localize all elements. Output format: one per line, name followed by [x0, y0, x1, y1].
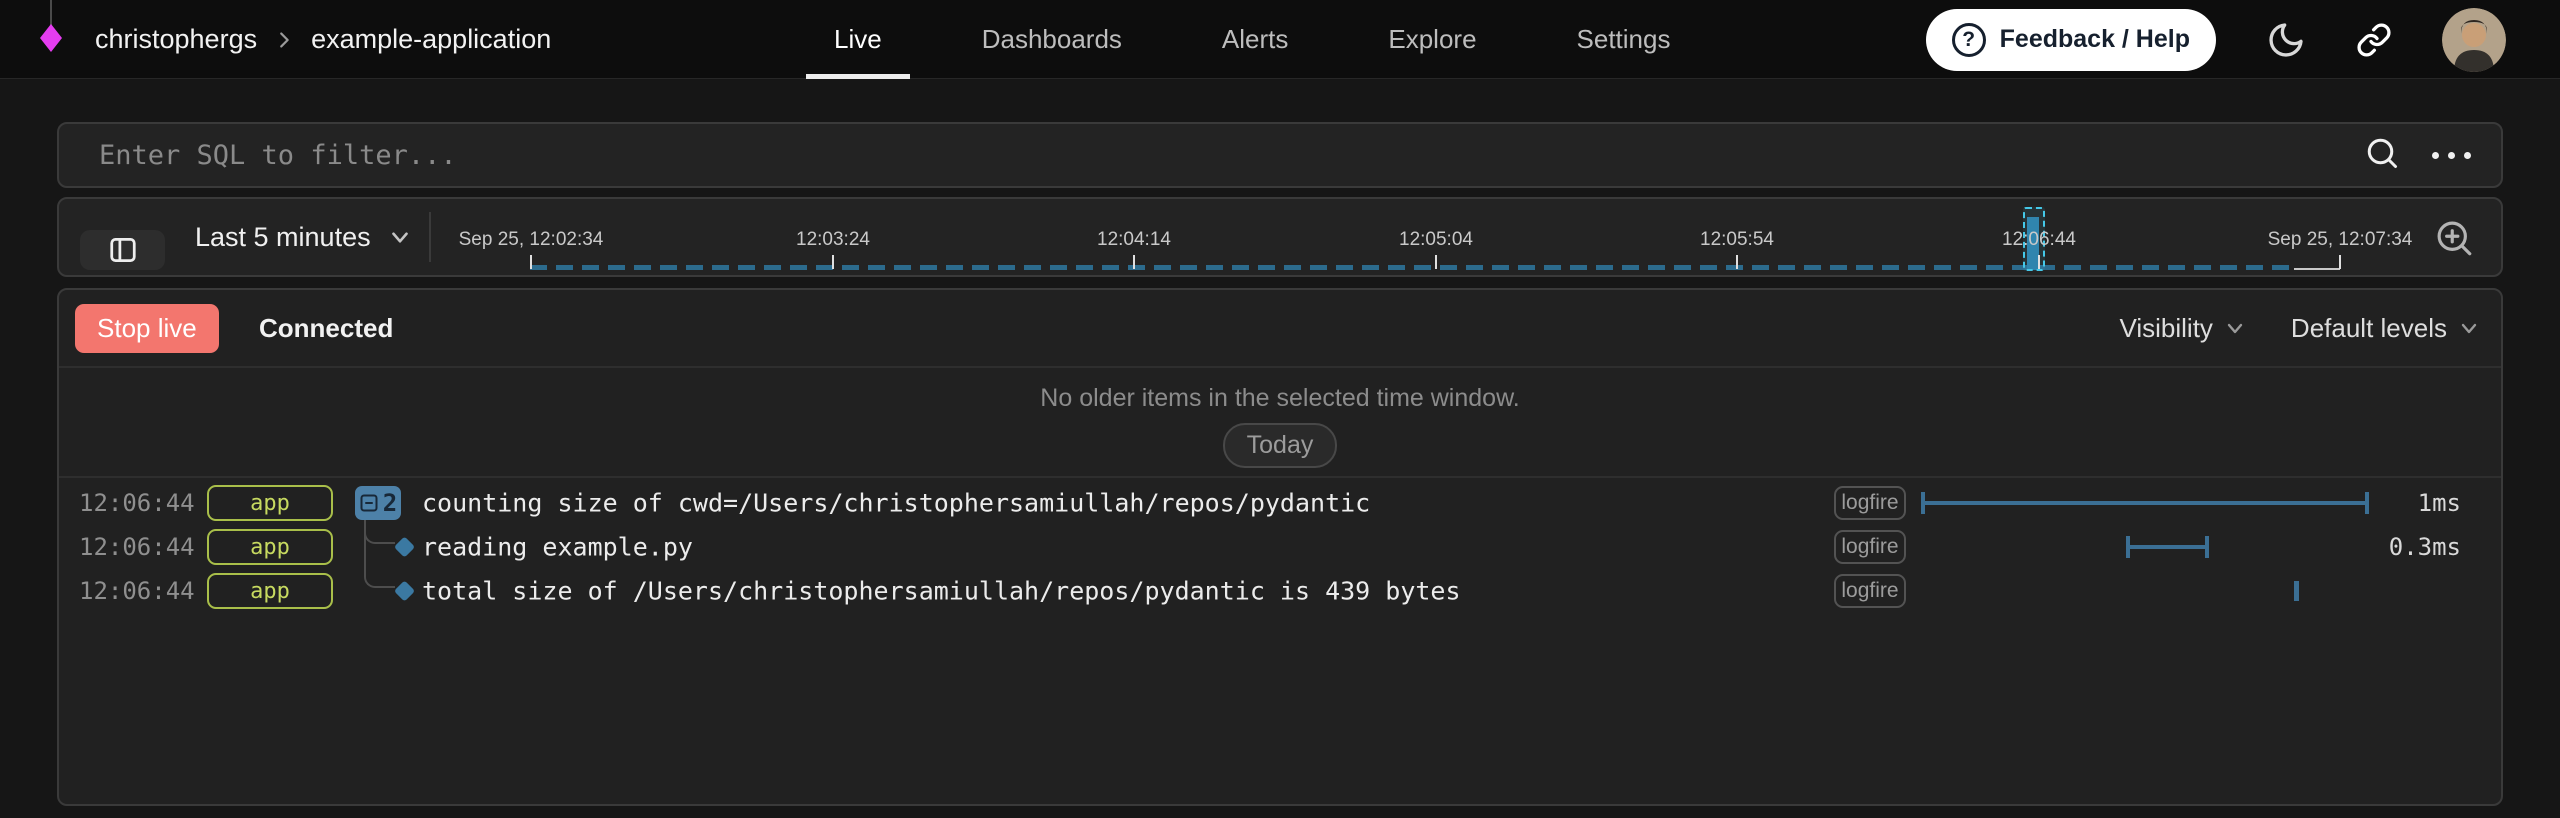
empty-state: No older items in the selected time wind…: [59, 368, 2501, 478]
row-timestamp: 12:06:44: [79, 577, 195, 605]
question-circle-icon: ?: [1952, 23, 1986, 57]
tab-live[interactable]: Live: [834, 0, 882, 79]
tab-dashboards[interactable]: Dashboards: [982, 0, 1122, 79]
live-view-panel: Stop live Connected Visibility Default l…: [57, 288, 2503, 806]
span-duration-bar: [2126, 536, 2209, 558]
timeline-tick-label: 12:03:24: [796, 229, 870, 251]
row-message: counting size of cwd=/Users/christophers…: [422, 489, 1370, 518]
timeline-tick-label: Sep 25, 12:02:34: [459, 229, 604, 251]
live-header-bar: Stop live Connected Visibility Default l…: [59, 290, 2501, 368]
chevron-down-icon: [2457, 316, 2481, 340]
chevron-down-icon: [2223, 316, 2247, 340]
sql-filter-input[interactable]: [59, 124, 2364, 186]
user-avatar[interactable]: [2442, 8, 2506, 72]
timeline-baseline-tail: [2294, 268, 2340, 270]
minus-square-icon: [359, 493, 379, 513]
tag-badge[interactable]: logfire: [1834, 574, 1906, 608]
search-icon[interactable]: [2364, 135, 2400, 175]
logo-string: [50, 0, 52, 26]
collapse-expander-button[interactable]: 2: [355, 486, 401, 520]
breadcrumb-org[interactable]: christophergs: [95, 24, 257, 55]
log-row[interactable]: 12:06:44 app total size of /Users/christ…: [59, 569, 2501, 613]
stop-live-button[interactable]: Stop live: [75, 304, 219, 353]
visibility-dropdown[interactable]: Visibility: [2119, 313, 2246, 344]
row-timestamp: 12:06:44: [79, 533, 195, 561]
default-levels-dropdown[interactable]: Default levels: [2291, 313, 2481, 344]
live-controls: Visibility Default levels: [2119, 290, 2481, 366]
tab-settings[interactable]: Settings: [1577, 0, 1671, 79]
timeline-tick-mark: [832, 255, 834, 269]
service-badge[interactable]: app: [207, 573, 333, 609]
sql-filter-icons: [2364, 135, 2501, 175]
timeline-panel: Last 5 minutes Sep 25, 12:02:34 12:03:24…: [57, 197, 2503, 277]
span-duration-bar: [1921, 492, 2369, 514]
timeline-tick-label: 12:05:04: [1399, 229, 1473, 251]
timeline-tick-label: Sep 25, 12:07:34: [2268, 229, 2413, 251]
today-button[interactable]: Today: [1223, 423, 1338, 468]
row-duration: 0.3ms: [2389, 533, 2461, 561]
main-nav: Live Dashboards Alerts Explore Settings: [834, 0, 1670, 79]
timeline-tick-label: 12:04:14: [1097, 229, 1171, 251]
timeline-tick-mark: [2038, 255, 2040, 269]
span-diamond-icon: [394, 536, 415, 557]
timeline-tick-mark: [1736, 255, 1738, 269]
share-link-icon[interactable]: [2356, 22, 2392, 58]
feedback-help-label: Feedback / Help: [2000, 25, 2190, 54]
child-count: 2: [383, 489, 397, 517]
log-rows: 12:06:44 app 2 counting size of cwd=/Use…: [59, 478, 2501, 613]
dark-mode-moon-icon[interactable]: [2266, 20, 2306, 60]
connection-status: Connected: [259, 290, 393, 366]
tag-badge[interactable]: logfire: [1834, 530, 1906, 564]
feedback-help-button[interactable]: ? Feedback / Help: [1926, 9, 2216, 71]
logfire-logo-icon[interactable]: [40, 24, 62, 52]
log-row[interactable]: 12:06:44 app 2 counting size of cwd=/Use…: [59, 481, 2501, 525]
top-right-controls: ? Feedback / Help: [1926, 0, 2506, 79]
timeline-tick-mark: [1435, 255, 1437, 269]
top-bar: christophergs example-application Live D…: [0, 0, 2560, 79]
row-message: reading example.py: [422, 533, 693, 562]
span-diamond-icon: [394, 580, 415, 601]
zoom-in-icon[interactable]: [2433, 217, 2475, 264]
breadcrumb-project[interactable]: example-application: [311, 24, 551, 55]
row-timestamp: 12:06:44: [79, 489, 195, 517]
row-duration: 1ms: [2418, 489, 2461, 517]
sql-filter-panel: [57, 122, 2503, 188]
span-duration-bar: [2294, 580, 2299, 602]
service-badge[interactable]: app: [207, 529, 333, 565]
service-badge[interactable]: app: [207, 485, 333, 521]
tab-explore[interactable]: Explore: [1388, 0, 1476, 79]
timeline-track[interactable]: Sep 25, 12:02:34 12:03:24 12:04:14 12:05…: [59, 199, 2501, 275]
breadcrumb: christophergs example-application: [95, 0, 551, 79]
more-options-icon[interactable]: [2432, 152, 2471, 159]
row-message: total size of /Users/christophersamiulla…: [422, 577, 1461, 606]
timeline-tick-mark: [530, 255, 532, 269]
empty-state-message: No older items in the selected time wind…: [59, 368, 2501, 413]
log-row[interactable]: 12:06:44 app reading example.py logfire …: [59, 525, 2501, 569]
timeline-tick-label: 12:05:54: [1700, 229, 1774, 251]
tag-badge[interactable]: logfire: [1834, 486, 1906, 520]
tab-alerts[interactable]: Alerts: [1222, 0, 1288, 79]
timeline-tick-label: 12:06:44: [2002, 229, 2076, 251]
timeline-tick-mark: [2339, 255, 2341, 269]
timeline-tick-mark: [1133, 255, 1135, 269]
chevron-right-icon: [273, 29, 295, 51]
